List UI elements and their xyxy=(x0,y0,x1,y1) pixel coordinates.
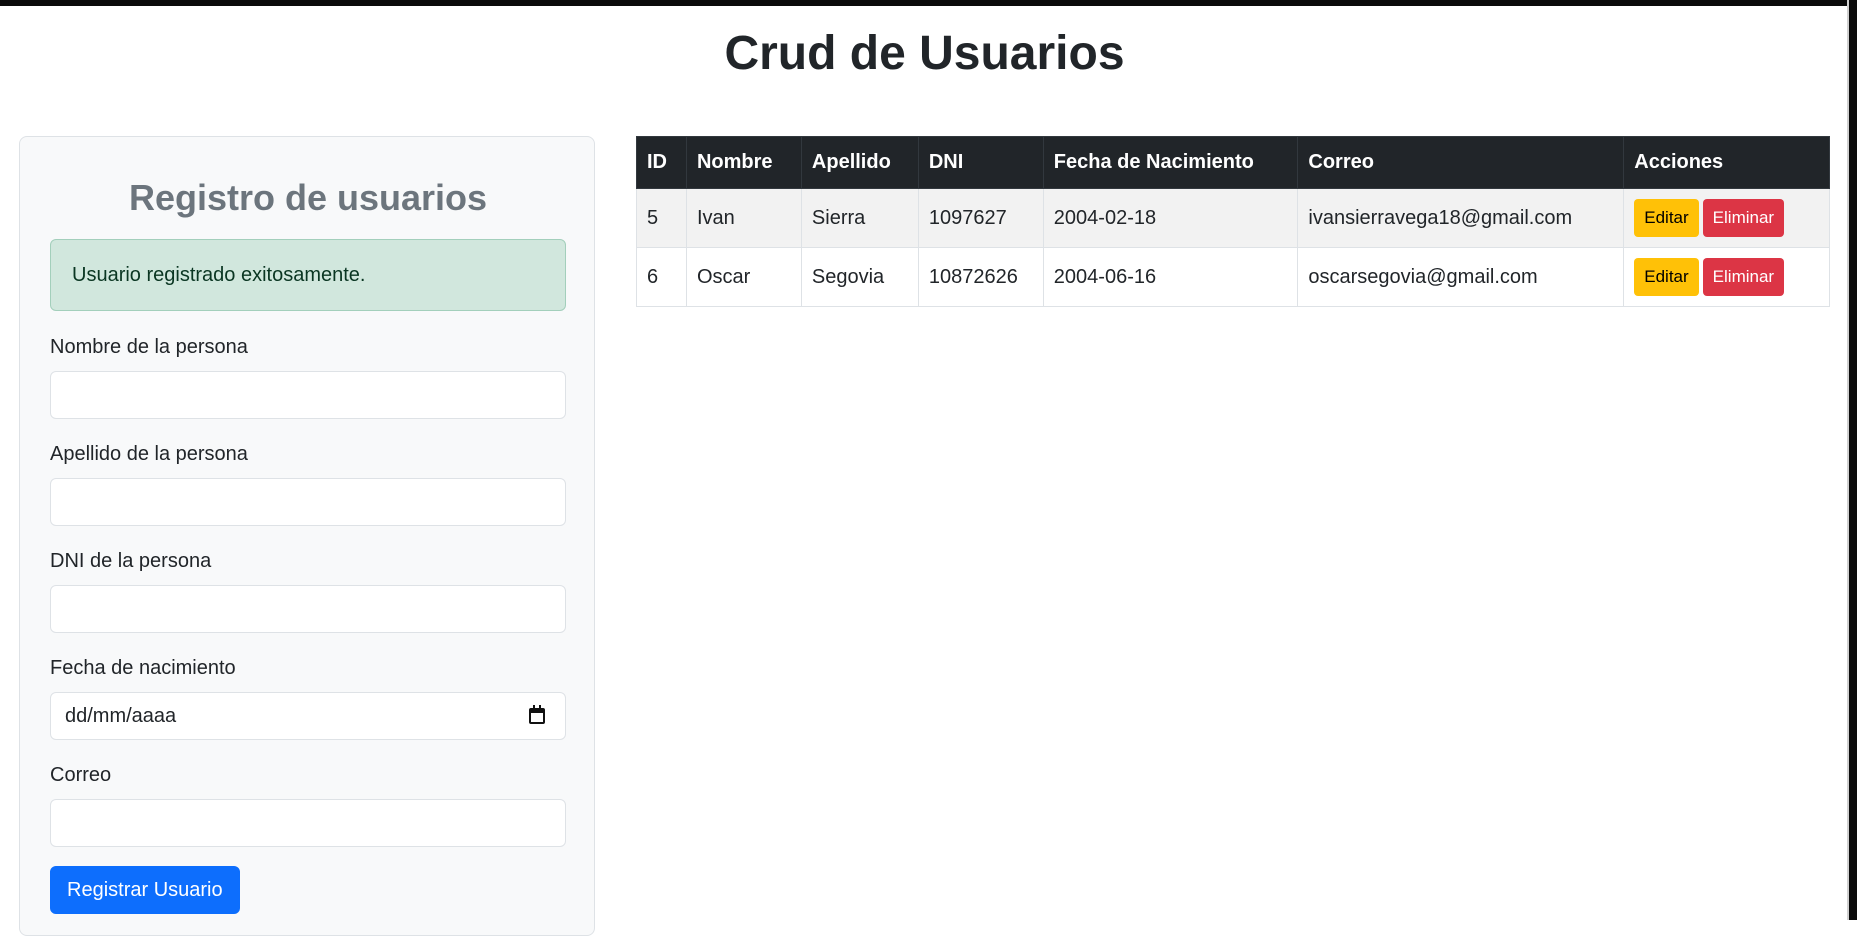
edit-button[interactable]: Editar xyxy=(1634,258,1699,296)
cell-nombre: Ivan xyxy=(685,188,802,248)
cell-dni: 1097627 xyxy=(917,188,1044,248)
calendar-icon[interactable] xyxy=(529,705,545,724)
header-id: ID xyxy=(636,136,687,189)
cell-id: 5 xyxy=(636,188,687,248)
fecha-input[interactable]: dd/mm/aaaa xyxy=(50,692,566,740)
delete-button[interactable]: Eliminar xyxy=(1702,199,1785,237)
cell-correo: oscarsegovia@gmail.com xyxy=(1297,247,1625,307)
header-dni: DNI xyxy=(917,136,1044,189)
header-apellido: Apellido xyxy=(800,136,919,189)
table-row: 6 Oscar Segovia 10872626 2004-06-16 osca… xyxy=(636,247,1830,307)
table-row: 5 Ivan Sierra 1097627 2004-02-18 ivansie… xyxy=(636,188,1830,248)
edit-button[interactable]: Editar xyxy=(1634,199,1699,237)
header-correo: Correo xyxy=(1297,136,1625,189)
header-fecha: Fecha de Nacimiento xyxy=(1042,136,1299,189)
cell-fecha: 2004-02-18 xyxy=(1042,188,1299,248)
header-acciones: Acciones xyxy=(1623,136,1830,189)
header-nombre: Nombre xyxy=(685,136,802,189)
fecha-label: Fecha de nacimiento xyxy=(50,657,236,679)
apellido-input[interactable] xyxy=(50,478,566,526)
register-user-button[interactable]: Registrar Usuario xyxy=(50,866,240,914)
dni-input[interactable] xyxy=(50,585,566,633)
cell-correo: ivansierravega18@gmail.com xyxy=(1297,188,1625,248)
fecha-placeholder: dd/mm/aaaa xyxy=(65,704,177,727)
users-table: ID Nombre Apellido DNI Fecha de Nacimien… xyxy=(636,136,1830,307)
page-title: Crud de Usuarios xyxy=(724,27,1125,80)
dni-label: DNI de la persona xyxy=(50,550,212,572)
nombre-label: Nombre de la persona xyxy=(50,336,248,358)
registration-panel: Registro de usuarios Usuario registrado … xyxy=(19,136,595,936)
cell-acciones: Editar Eliminar xyxy=(1623,247,1830,307)
cell-dni: 10872626 xyxy=(917,247,1044,307)
window-right-edge xyxy=(1849,0,1857,920)
form-title: Registro de usuarios xyxy=(128,177,488,218)
apellido-label: Apellido de la persona xyxy=(50,443,248,465)
correo-label: Correo xyxy=(50,764,112,786)
cell-fecha: 2004-06-16 xyxy=(1042,247,1299,307)
cell-id: 6 xyxy=(636,247,687,307)
window-top-bar xyxy=(0,0,1857,6)
success-alert: Usuario registrado exitosamente. xyxy=(50,239,566,311)
table-header-row: ID Nombre Apellido DNI Fecha de Nacimien… xyxy=(636,136,1830,189)
cell-acciones: Editar Eliminar xyxy=(1623,188,1830,248)
delete-button[interactable]: Eliminar xyxy=(1702,258,1785,296)
cell-nombre: Oscar xyxy=(685,247,802,307)
correo-input[interactable] xyxy=(50,799,566,847)
cell-apellido: Sierra xyxy=(800,188,919,248)
nombre-input[interactable] xyxy=(50,371,566,419)
cell-apellido: Segovia xyxy=(800,247,919,307)
